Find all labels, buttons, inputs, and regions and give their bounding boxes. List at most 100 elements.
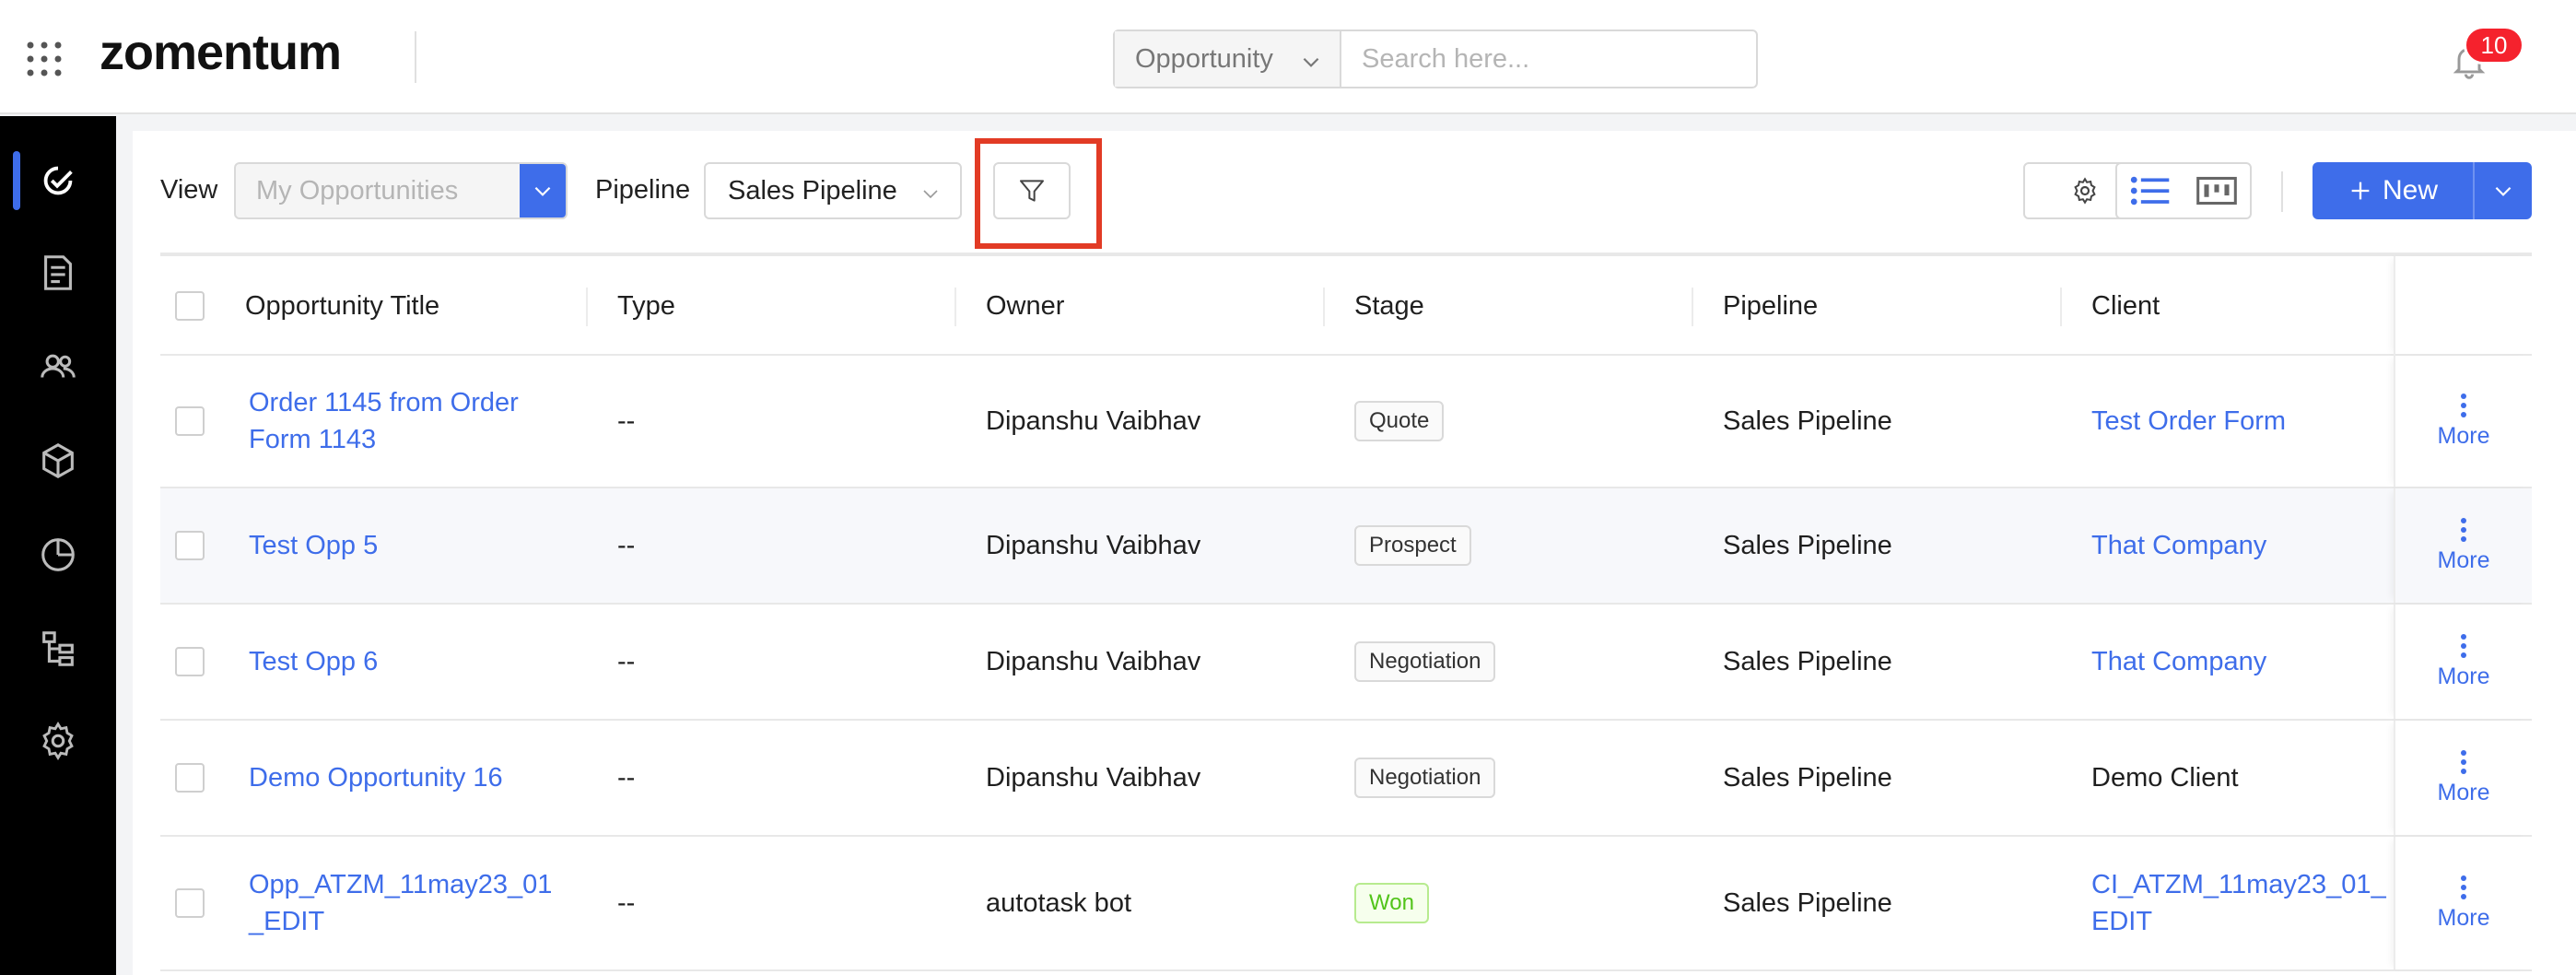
opportunities-icon — [43, 166, 73, 195]
column-header-owner[interactable]: Owner — [986, 256, 1064, 356]
more-vertical-icon — [2461, 633, 2466, 658]
type-cell: -- — [617, 888, 636, 918]
column-header-stage[interactable]: Stage — [1354, 256, 1424, 356]
sidebar-item-opportunities[interactable] — [0, 144, 116, 217]
view-dropdown-button[interactable] — [520, 164, 566, 217]
more-vertical-icon — [2461, 749, 2466, 774]
search-input[interactable] — [1341, 31, 1756, 87]
pipeline-select[interactable]: Sales Pipeline — [704, 162, 962, 219]
sidebar-item-clients[interactable] — [0, 330, 116, 404]
stage-tag: Prospect — [1354, 525, 1471, 566]
table-row[interactable]: Opp_ATZM_11may23_01_EDIT -- autotask bot… — [160, 837, 2532, 971]
sidebar-item-workflows[interactable] — [0, 612, 116, 686]
apps-grid-icon[interactable] — [26, 41, 63, 77]
row-checkbox[interactable] — [175, 531, 205, 560]
list-view-toggle[interactable] — [2117, 164, 2184, 217]
new-dropdown-button[interactable] — [2475, 162, 2532, 219]
gear-icon — [2074, 177, 2096, 205]
kanban-view-icon — [2196, 176, 2237, 206]
stage-cell: Prospect — [1354, 488, 1471, 603]
sidebar-item-reports[interactable] — [0, 518, 116, 592]
row-more-button[interactable]: More — [2394, 356, 2532, 487]
pipeline-label: Pipeline — [595, 175, 691, 205]
opportunity-title-link[interactable]: Demo Opportunity 16 — [249, 721, 562, 835]
toolbar-divider — [2281, 171, 2283, 212]
stage-tag: Won — [1354, 883, 1429, 923]
global-search: Opportunity — [1113, 29, 1758, 88]
client-link[interactable]: CI_ATZM_11may23_01_EDIT — [2091, 837, 2392, 969]
stage-tag: Quote — [1354, 401, 1445, 441]
type-cell: -- — [617, 647, 636, 676]
client-link[interactable]: That Company — [2091, 605, 2386, 719]
select-all-cell — [175, 256, 205, 356]
zomentum-logo[interactable]: zomentum — [100, 24, 342, 81]
row-more-button[interactable]: More — [2394, 837, 2532, 969]
sidebar-nav — [0, 116, 116, 975]
opportunity-title-link[interactable]: Test Opp 5 — [249, 488, 562, 603]
column-separator — [586, 288, 588, 326]
table-row[interactable]: Order 1145 from Order Form 1143 -- Dipan… — [160, 356, 2532, 488]
column-header-client[interactable]: Client — [2091, 256, 2160, 356]
select-all-checkbox[interactable] — [175, 291, 205, 321]
new-opportunity-button: New — [2313, 162, 2532, 219]
filter-button[interactable] — [993, 162, 1071, 219]
row-more-button[interactable]: More — [2394, 721, 2532, 835]
row-select-cell — [175, 721, 205, 835]
new-button-main[interactable]: New — [2313, 162, 2475, 219]
more-label: More — [2437, 546, 2490, 573]
gear-icon — [42, 722, 74, 760]
opportunity-title-link[interactable]: Opp_ATZM_11may23_01_EDIT — [249, 837, 562, 969]
type-cell: -- — [617, 406, 636, 436]
actions-column-header — [2394, 256, 2532, 356]
box-icon — [42, 442, 74, 479]
more-vertical-icon — [2461, 517, 2466, 542]
column-header-title[interactable]: Opportunity Title — [245, 256, 439, 356]
chevron-down-icon — [534, 186, 551, 196]
search-entity-select[interactable]: Opportunity — [1115, 31, 1341, 87]
search-entity-value: Opportunity — [1135, 43, 1273, 74]
row-checkbox[interactable] — [175, 888, 205, 918]
view-select-value: My Opportunities — [256, 175, 459, 206]
row-checkbox[interactable] — [175, 647, 205, 676]
view-select[interactable]: My Opportunities — [234, 162, 568, 219]
pipeline-cell: Sales Pipeline — [1723, 888, 1892, 918]
row-more-button[interactable]: More — [2394, 605, 2532, 719]
pipeline-cell: Sales Pipeline — [1723, 531, 1892, 560]
client-link[interactable]: That Company — [2091, 488, 2386, 603]
row-select-cell — [175, 605, 205, 719]
row-checkbox[interactable] — [175, 763, 205, 793]
owner-cell: Dipanshu Vaibhav — [986, 406, 1201, 436]
more-label: More — [2437, 904, 2490, 931]
view-mode-toggle — [2115, 162, 2252, 219]
table-row[interactable]: Test Opp 5 -- Dipanshu Vaibhav Prospect … — [160, 488, 2532, 605]
client-text: Demo Client — [2091, 763, 2239, 793]
table-row[interactable]: Test Opp 6 -- Dipanshu Vaibhav Negotiati… — [160, 605, 2532, 721]
opportunity-title-link[interactable]: Test Opp 6 — [249, 605, 562, 719]
row-checkbox[interactable] — [175, 406, 205, 436]
chevron-down-icon — [923, 190, 938, 199]
row-select-cell — [175, 837, 205, 969]
opportunity-title-link[interactable]: Order 1145 from Order Form 1143 — [249, 356, 562, 487]
table-row[interactable]: Demo Opportunity 16 -- Dipanshu Vaibhav … — [160, 721, 2532, 837]
more-label: More — [2437, 779, 2490, 805]
filter-icon — [1020, 180, 1044, 202]
pie-chart-icon — [41, 538, 75, 571]
more-vertical-icon — [2461, 393, 2466, 417]
column-separator — [1692, 288, 1693, 326]
sidebar-item-settings[interactable] — [0, 704, 116, 778]
row-more-button[interactable]: More — [2394, 488, 2532, 603]
stage-cell: Won — [1354, 837, 1429, 969]
owner-cell: Dipanshu Vaibhav — [986, 763, 1201, 793]
table-header: Opportunity Title Type Owner Stage Pipel… — [160, 253, 2532, 356]
column-header-pipeline[interactable]: Pipeline — [1723, 256, 1818, 356]
pipeline-cell: Sales Pipeline — [1723, 647, 1892, 676]
sidebar-item-products[interactable] — [0, 424, 116, 498]
column-separator — [954, 288, 956, 326]
stage-cell: Negotiation — [1354, 721, 1496, 835]
client-link[interactable]: Test Order Form — [2091, 356, 2386, 487]
column-header-type[interactable]: Type — [617, 256, 675, 356]
chevron-down-icon — [2495, 186, 2512, 196]
sidebar-item-documents[interactable] — [0, 236, 116, 310]
kanban-view-toggle[interactable] — [2184, 164, 2250, 217]
pipeline-cell: Sales Pipeline — [1723, 763, 1892, 793]
